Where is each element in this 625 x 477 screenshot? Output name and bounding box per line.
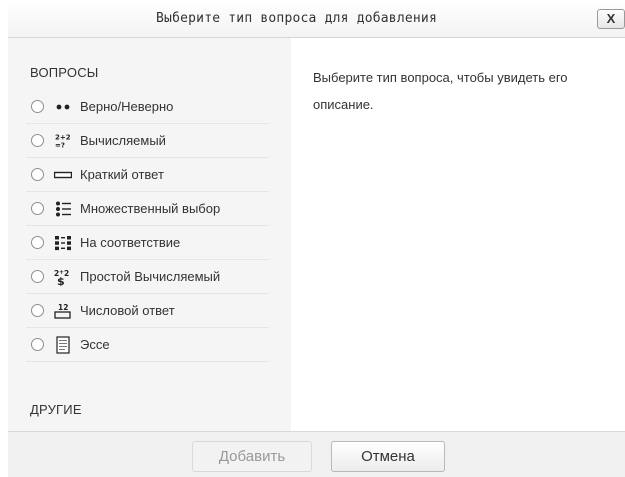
question-type-radio[interactable] xyxy=(31,168,44,181)
question-type-calculated[interactable]: 2+2 =? Вычисляемый xyxy=(26,124,269,158)
dialog-footer: Добавить Отмена xyxy=(8,431,625,477)
question-type-label: Эссе xyxy=(80,337,110,352)
question-type-label: Простой Вычисляемый xyxy=(80,269,221,284)
question-type-radio[interactable] xyxy=(31,100,44,113)
question-type-label: Числовой ответ xyxy=(80,303,175,318)
dialog-title: Выберите тип вопроса для добавления xyxy=(156,11,437,26)
close-icon: X xyxy=(606,11,616,26)
question-type-radio[interactable] xyxy=(31,202,44,215)
question-type-list-panel[interactable]: ВОПРОСЫ Верно/Неверно 2+2 =? Вычисляемый xyxy=(8,38,291,431)
calculated-icon: 2+2 =? xyxy=(55,134,71,150)
choose-question-type-dialog: Выберите тип вопроса для добавления X ВО… xyxy=(0,0,625,477)
essay-icon xyxy=(56,336,70,354)
matching-icon xyxy=(55,236,71,251)
simple-calculated-icon: 2 + 2 $ xyxy=(54,269,69,286)
question-type-radio[interactable] xyxy=(31,304,44,317)
question-type-label: На соответствие xyxy=(80,235,181,250)
question-type-radio[interactable] xyxy=(31,338,44,351)
close-button[interactable]: X xyxy=(597,9,625,29)
question-type-essay[interactable]: Эссе xyxy=(26,328,269,362)
add-button[interactable]: Добавить xyxy=(192,441,312,472)
question-type-description-panel: Выберите тип вопроса, чтобы увидеть его … xyxy=(291,38,625,431)
numerical-icon: 12 xyxy=(54,303,71,319)
question-type-list: Верно/Неверно 2+2 =? Вычисляемый Краткий… xyxy=(8,90,291,362)
question-type-label: Множественный выбор xyxy=(80,201,221,216)
svg-text:$: $ xyxy=(57,275,65,286)
short-answer-icon xyxy=(54,171,72,179)
question-type-description: Выберите тип вопроса, чтобы увидеть его … xyxy=(313,70,568,112)
question-type-label: Краткий ответ xyxy=(80,167,164,182)
svg-text:2+2: 2+2 xyxy=(55,134,71,142)
question-type-radio[interactable] xyxy=(31,236,44,249)
question-type-label: Верно/Неверно xyxy=(80,99,174,114)
question-type-match[interactable]: На соответствие xyxy=(26,226,269,260)
cancel-button[interactable]: Отмена xyxy=(331,441,445,472)
question-type-calculatedsimple[interactable]: 2 + 2 $ Простой Вычисляемый xyxy=(26,260,269,294)
question-type-numerical[interactable]: 12 Числовой ответ xyxy=(26,294,269,328)
svg-text:12: 12 xyxy=(58,303,68,312)
question-type-radio[interactable] xyxy=(31,134,44,147)
svg-text:2: 2 xyxy=(64,269,69,278)
question-type-truefalse[interactable]: Верно/Неверно xyxy=(26,90,269,124)
true-false-icon xyxy=(56,104,70,110)
svg-text:=?: =? xyxy=(55,142,65,150)
question-type-shortanswer[interactable]: Краткий ответ xyxy=(26,158,269,192)
questions-heading: ВОПРОСЫ xyxy=(30,65,99,80)
question-type-label: Вычисляемый xyxy=(80,133,166,148)
dialog-titlebar: Выберите тип вопроса для добавления X xyxy=(8,0,625,38)
question-type-radio[interactable] xyxy=(31,270,44,283)
others-heading: ДРУГИЕ xyxy=(30,402,82,417)
question-type-multichoice[interactable]: Множественный выбор xyxy=(26,192,269,226)
multiple-choice-icon xyxy=(56,201,71,217)
